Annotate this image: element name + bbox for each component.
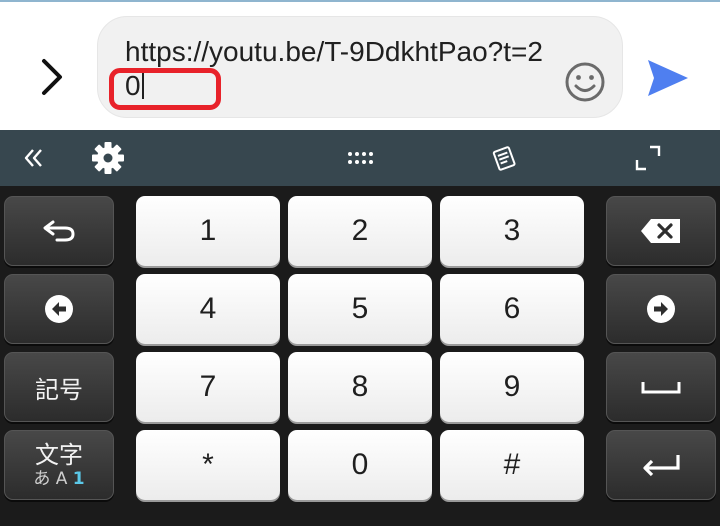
kigou-label: 記号 (35, 375, 83, 404)
key-2[interactable]: 2 (288, 196, 432, 266)
arrow-left-icon (45, 295, 73, 323)
key-1[interactable]: 1 (136, 196, 280, 266)
key-6[interactable]: 6 (440, 274, 584, 344)
send-icon (648, 60, 688, 96)
keyboard: 記号 文字 あ A 1 1 2 3 4 5 6 7 8 9 * 0 # (0, 186, 720, 526)
compose-bar: https://youtu.be/T-9DdkhtPao?t=20 (0, 0, 720, 130)
clipboard-button[interactable] (480, 130, 528, 186)
send-button[interactable] (644, 54, 692, 102)
key-hash[interactable]: # (440, 430, 584, 500)
kigou-key[interactable]: 記号 (4, 352, 114, 422)
key-0[interactable]: 0 (288, 430, 432, 500)
collapse-keyboard-button[interactable] (10, 130, 58, 186)
resize-icon (635, 145, 661, 171)
emoji-button[interactable] (564, 61, 606, 103)
cursor-left-key[interactable] (4, 274, 114, 344)
moji-mode-key[interactable]: 文字 あ A 1 (4, 430, 114, 500)
key-7[interactable]: 7 (136, 352, 280, 422)
drag-handle-icon (348, 152, 373, 164)
key-8[interactable]: 8 (288, 352, 432, 422)
arrow-right-icon (647, 295, 675, 323)
key-5[interactable]: 5 (288, 274, 432, 344)
backspace-icon (641, 219, 680, 243)
key-asterisk[interactable]: * (136, 430, 280, 500)
backspace-key[interactable] (606, 196, 716, 266)
space-icon (641, 382, 681, 394)
chevron-right-icon (42, 59, 62, 95)
undo-key[interactable] (4, 196, 114, 266)
enter-icon (643, 455, 680, 477)
key-4[interactable]: 4 (136, 274, 280, 344)
double-chevron-left-icon (24, 149, 42, 167)
message-text: https://youtu.be/T-9DdkhtPao?t=20 (125, 36, 543, 101)
expand-button[interactable] (30, 52, 74, 102)
gear-icon (92, 142, 124, 174)
cursor-right-key[interactable] (606, 274, 716, 344)
keyboard-drag-handle[interactable] (336, 130, 384, 186)
moji-label: 文字 (34, 440, 83, 469)
smiley-icon (565, 62, 605, 102)
mode-kana: あ (33, 468, 51, 489)
key-9[interactable]: 9 (440, 352, 584, 422)
mode-alpha: A (55, 468, 68, 489)
mode-number: 1 (72, 468, 85, 489)
enter-key[interactable] (606, 430, 716, 500)
keyboard-toolbar (0, 130, 720, 186)
clipboard-icon (492, 146, 516, 171)
resize-keyboard-button[interactable] (624, 130, 672, 186)
undo-icon (43, 220, 75, 242)
key-3[interactable]: 3 (440, 196, 584, 266)
text-cursor (141, 71, 144, 99)
message-input[interactable]: https://youtu.be/T-9DdkhtPao?t=20 (97, 16, 623, 118)
space-key[interactable] (606, 352, 716, 422)
settings-button[interactable] (84, 130, 132, 186)
